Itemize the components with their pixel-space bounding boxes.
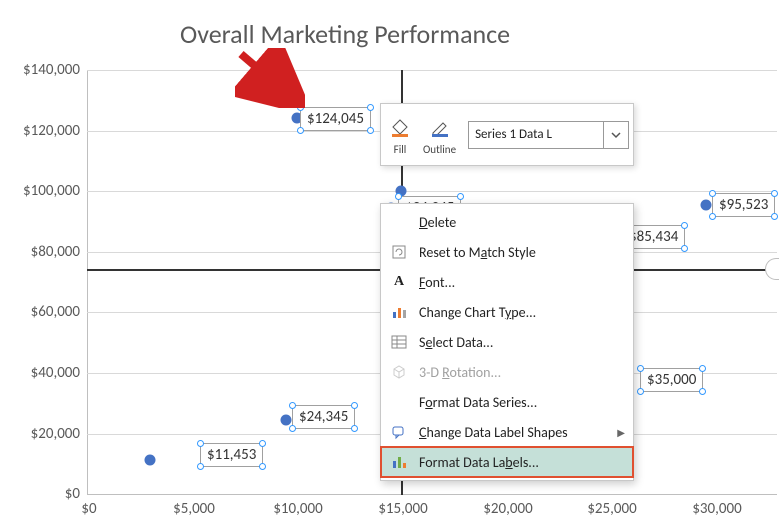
selection-handle[interactable] <box>367 127 374 134</box>
gridline <box>87 191 777 192</box>
data-label[interactable]: $11,453 <box>200 443 263 467</box>
data-label[interactable]: $95,523 <box>712 193 775 217</box>
x-tick: $20,000 <box>483 500 532 518</box>
data-label-text: $11,453 <box>207 446 256 464</box>
menu-label: Format Data Labels... <box>419 454 625 471</box>
selection-handle[interactable] <box>351 425 358 432</box>
menu-font[interactable]: A Font... <box>381 267 633 297</box>
x-tick: $30,000 <box>692 500 741 518</box>
menu-3d-rotation: 3-D Rotation... <box>381 357 633 387</box>
menu-reset-to-match-style[interactable]: Reset to Match Style <box>381 237 633 267</box>
y-tick: $60,000 <box>0 303 80 321</box>
data-label[interactable]: $124,045 <box>300 107 371 131</box>
y-tick: $100,000 <box>0 182 80 200</box>
data-label-text: $85,434 <box>629 228 678 246</box>
chart-element-selector[interactable]: Series 1 Data L <box>468 121 629 149</box>
menu-label: Reset to Match Style <box>419 244 625 261</box>
menu-label: Change Data Label Shapes <box>419 424 607 441</box>
menu-select-data[interactable]: Select Data... <box>381 327 633 357</box>
y-tick: $80,000 <box>0 243 80 261</box>
menu-format-data-series[interactable]: Format Data Series... <box>381 387 633 417</box>
selection-handle[interactable] <box>351 402 358 409</box>
selection-handle[interactable] <box>681 222 688 229</box>
x-tick: $5,000 <box>173 500 215 518</box>
y-axis <box>87 70 88 495</box>
pencil-icon <box>429 113 451 143</box>
selection-handle[interactable] <box>771 190 778 197</box>
menu-label: Font... <box>419 274 625 291</box>
selection-handle[interactable] <box>637 365 644 372</box>
selection-handle[interactable] <box>297 127 304 134</box>
selection-handle[interactable] <box>637 388 644 395</box>
outline-label: Outline <box>423 143 456 156</box>
menu-format-data-labels[interactable]: Format Data Labels... <box>381 447 633 477</box>
menu-label: Change Chart Type... <box>419 304 625 321</box>
selection-handle[interactable] <box>259 440 266 447</box>
menu-label: 3-D Rotation... <box>419 364 625 381</box>
data-point[interactable] <box>281 415 292 426</box>
x-axis <box>87 494 777 495</box>
y-tick: $20,000 <box>0 425 80 443</box>
selection-handle[interactable] <box>681 245 688 252</box>
gridline <box>87 70 777 71</box>
y-tick: $40,000 <box>0 364 80 382</box>
shape-icon <box>389 422 409 442</box>
chart-title: Overall Marketing Performance <box>180 18 510 50</box>
data-label[interactable]: $24,345 <box>292 405 355 429</box>
mini-toolbar: Fill Outline Series 1 Data L <box>380 103 634 166</box>
selector-label: Series 1 Data L <box>475 127 552 142</box>
selection-handle[interactable] <box>771 213 778 220</box>
menu-delete[interactable]: Delete <box>381 207 633 237</box>
selection-handle[interactable] <box>259 463 266 470</box>
menu-change-chart-type[interactable]: Change Chart Type... <box>381 297 633 327</box>
data-label-text: $95,523 <box>719 196 768 214</box>
menu-change-data-label-shapes[interactable]: Change Data Label Shapes ▶ <box>381 417 633 447</box>
chart-elements-button[interactable] <box>765 258 779 280</box>
format-icon <box>389 452 409 472</box>
menu-label: Format Data Series... <box>419 394 625 411</box>
fill-label: Fill <box>394 143 407 156</box>
selection-handle[interactable] <box>367 104 374 111</box>
data-label[interactable]: $35,000 <box>640 368 703 392</box>
selection-handle[interactable] <box>699 388 706 395</box>
chevron-right-icon: ▶ <box>617 426 625 439</box>
chart-icon <box>389 302 409 322</box>
data-point[interactable] <box>145 455 156 466</box>
selection-handle[interactable] <box>289 425 296 432</box>
x-tick: $0 <box>81 500 96 518</box>
font-icon: A <box>389 272 409 292</box>
paint-bucket-icon <box>389 113 411 143</box>
selection-handle[interactable] <box>197 440 204 447</box>
selection-handle[interactable] <box>395 193 402 200</box>
selection-handle[interactable] <box>457 193 464 200</box>
y-tick: $0 <box>0 485 80 503</box>
cube-icon <box>389 362 409 382</box>
x-tick: $15,000 <box>378 500 427 518</box>
selection-handle[interactable] <box>699 365 706 372</box>
x-tick: $25,000 <box>587 500 636 518</box>
reset-icon <box>389 242 409 262</box>
menu-label: Delete <box>419 214 625 231</box>
blank-icon <box>389 212 409 232</box>
data-label-text: $35,000 <box>647 371 696 389</box>
chart-canvas[interactable]: Overall Marketing Performance $140,000 $… <box>0 0 779 526</box>
annotation-arrow <box>235 48 305 108</box>
selection-handle[interactable] <box>197 463 204 470</box>
outline-button[interactable]: Outline <box>419 113 460 156</box>
table-icon <box>389 332 409 352</box>
fill-button[interactable]: Fill <box>385 113 415 156</box>
selection-handle[interactable] <box>709 190 716 197</box>
x-tick: $10,000 <box>273 500 322 518</box>
y-tick: $120,000 <box>0 122 80 140</box>
chevron-down-icon <box>603 122 622 148</box>
context-menu: Delete Reset to Match Style A Font... Ch… <box>380 203 634 481</box>
data-label-text: $24,345 <box>299 408 348 426</box>
y-tick: $140,000 <box>0 61 80 79</box>
blank-icon <box>389 392 409 412</box>
selection-handle[interactable] <box>709 213 716 220</box>
menu-label: Select Data... <box>419 334 625 351</box>
data-point[interactable] <box>701 200 712 211</box>
selection-handle[interactable] <box>289 402 296 409</box>
data-label-text: $124,045 <box>307 110 364 128</box>
